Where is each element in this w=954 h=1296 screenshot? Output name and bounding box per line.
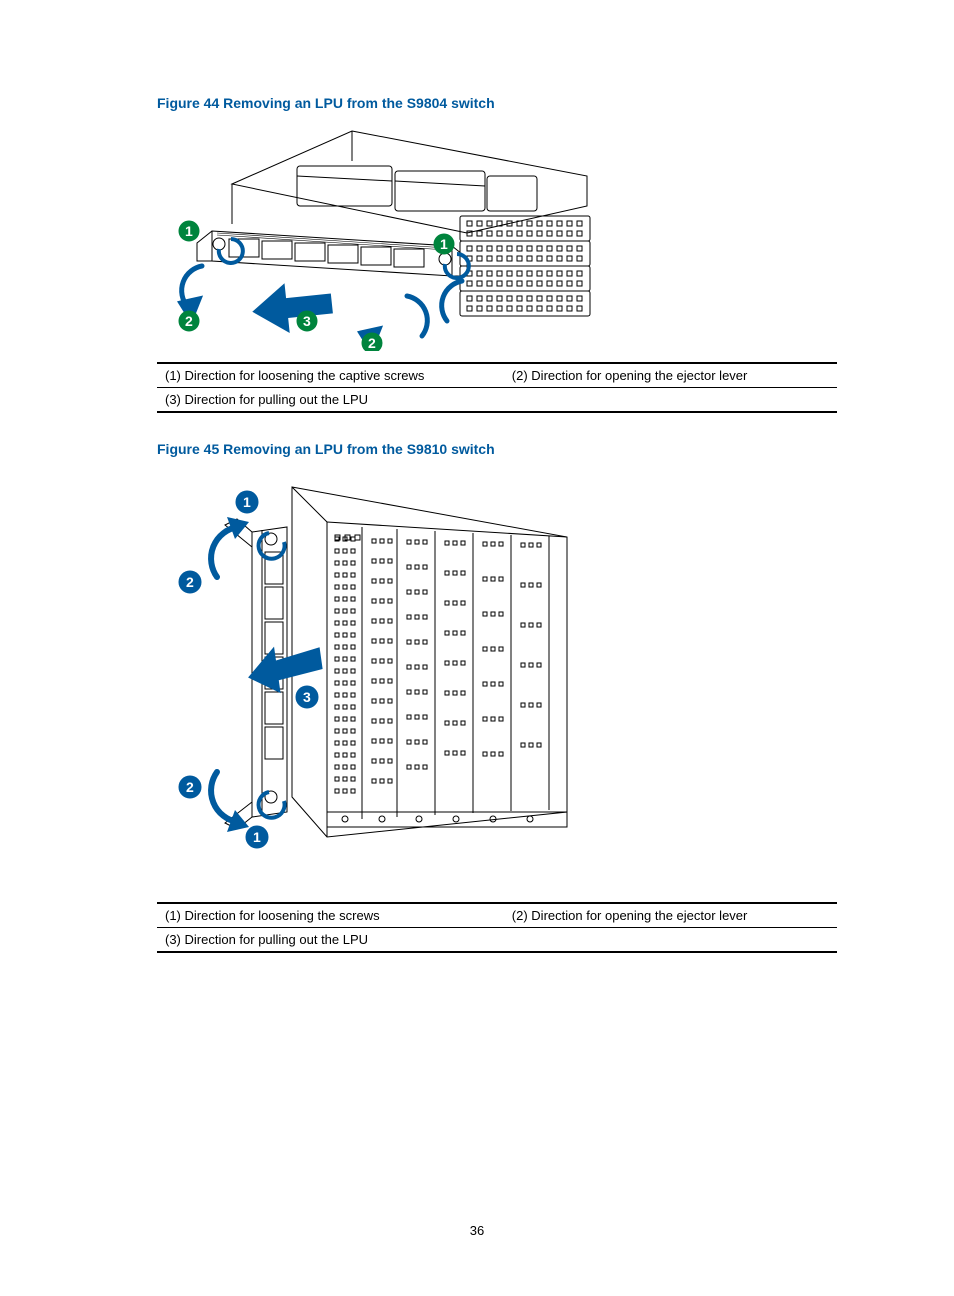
callout-1-top: 1 xyxy=(236,491,258,513)
svg-text:1: 1 xyxy=(243,494,251,510)
svg-text:2: 2 xyxy=(185,313,193,329)
legend-cell: (2) Direction for opening the ejector le… xyxy=(504,363,837,388)
figure-44-title: Figure 44 Removing an LPU from the S9804… xyxy=(157,95,837,111)
page-content: Figure 44 Removing an LPU from the S9804… xyxy=(0,0,954,953)
callout-2-right: 2 xyxy=(362,333,382,351)
svg-text:1: 1 xyxy=(440,236,448,252)
svg-text:3: 3 xyxy=(303,313,311,329)
legend-cell xyxy=(504,928,837,953)
legend-cell: (3) Direction for pulling out the LPU xyxy=(157,928,504,953)
svg-text:3: 3 xyxy=(303,689,311,705)
figure-45-image: 1 1 2 2 3 xyxy=(157,467,837,872)
callout-1-right: 1 xyxy=(434,234,454,254)
svg-text:2: 2 xyxy=(186,574,194,590)
callout-1-left: 1 xyxy=(179,221,199,241)
legend-cell: (2) Direction for opening the ejector le… xyxy=(504,903,837,928)
page-number: 36 xyxy=(0,1223,954,1238)
callout-1-bottom: 1 xyxy=(246,826,268,848)
svg-text:2: 2 xyxy=(368,335,376,351)
callout-2-left: 2 xyxy=(179,311,199,331)
figure-44-image: 1 1 2 2 3 xyxy=(157,121,837,356)
callout-2-bottom: 2 xyxy=(179,776,201,798)
legend-cell: (1) Direction for loosening the screws xyxy=(157,903,504,928)
svg-text:1: 1 xyxy=(253,829,261,845)
callout-3: 3 xyxy=(297,311,317,331)
legend-cell xyxy=(504,388,837,413)
figure-44-legend: (1) Direction for loosening the captive … xyxy=(157,362,837,413)
callout-3: 3 xyxy=(296,686,318,708)
figure-45-title: Figure 45 Removing an LPU from the S9810… xyxy=(157,441,837,457)
legend-cell: (1) Direction for loosening the captive … xyxy=(157,363,504,388)
svg-text:1: 1 xyxy=(185,223,193,239)
figure-45-legend: (1) Direction for loosening the screws (… xyxy=(157,902,837,953)
callout-2-top: 2 xyxy=(179,571,201,593)
svg-text:2: 2 xyxy=(186,779,194,795)
legend-cell: (3) Direction for pulling out the LPU xyxy=(157,388,504,413)
